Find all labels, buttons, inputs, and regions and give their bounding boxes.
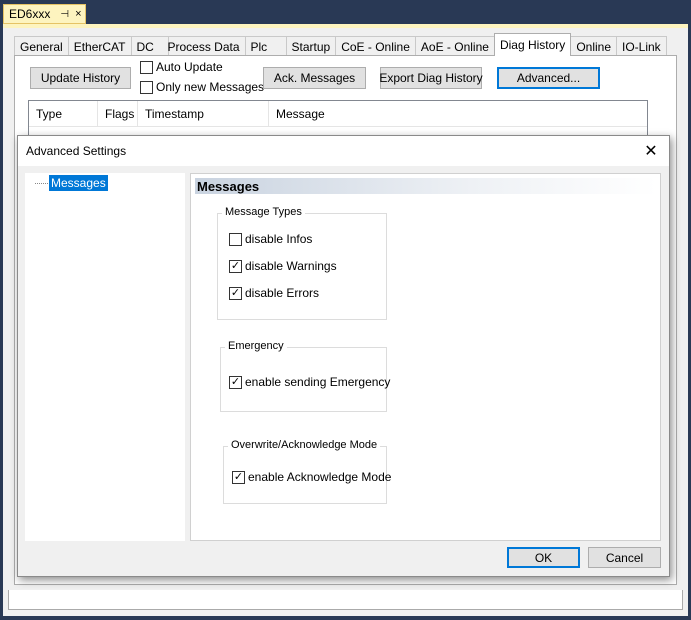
- tab-startup[interactable]: Startup: [285, 36, 337, 56]
- tree-connector: [35, 182, 48, 184]
- disable-errors-box[interactable]: ✓: [229, 286, 242, 300]
- tree-item-messages[interactable]: Messages: [35, 175, 108, 191]
- column-type[interactable]: Type: [29, 101, 98, 127]
- tab-general[interactable]: General: [14, 36, 69, 56]
- tab-diag-history[interactable]: Diag History: [493, 33, 572, 56]
- enable-sending-emergency-box[interactable]: ✓: [229, 375, 242, 389]
- enable-sending-emergency-checkbox[interactable]: ✓ enable sending Emergency: [229, 375, 390, 389]
- enable-sending-emergency-label: enable sending Emergency: [245, 375, 391, 389]
- enable-acknowledge-mode-checkbox[interactable]: ✓ enable Acknowledge Mode: [232, 470, 391, 484]
- only-new-messages-label: Only new Messages: [156, 80, 265, 94]
- ok-button[interactable]: OK: [507, 547, 580, 568]
- tab-dc[interactable]: DC: [130, 36, 169, 56]
- section-header: Messages: [195, 178, 657, 194]
- settings-tree: Messages: [25, 173, 185, 541]
- tree-item-label[interactable]: Messages: [49, 175, 108, 191]
- cancel-button[interactable]: Cancel: [588, 547, 661, 568]
- group-message-types: Message Types disable Infos ✓ disable Wa…: [217, 206, 387, 320]
- close-icon[interactable]: ✕: [641, 141, 661, 161]
- close-tab-icon[interactable]: ×: [75, 8, 81, 20]
- only-new-messages-box[interactable]: [140, 80, 153, 94]
- document-bottom-area: [8, 590, 683, 610]
- auto-update-box[interactable]: [140, 60, 153, 74]
- tab-plc[interactable]: Plc: [244, 36, 287, 56]
- advanced-settings-dialog: Advanced Settings ✕ Messages Messages Me…: [17, 135, 670, 577]
- disable-infos-checkbox[interactable]: disable Infos: [229, 232, 312, 246]
- auto-update-label: Auto Update: [156, 60, 223, 74]
- group-overwrite-title: Overwrite/Acknowledge Mode: [228, 439, 381, 451]
- group-emergency: Emergency ✓ enable sending Emergency: [220, 340, 390, 412]
- export-diag-history-button[interactable]: Export Diag History: [379, 67, 483, 89]
- ide-frame: ED6xxx ⊣ × General EtherCAT DC Process D…: [0, 0, 691, 620]
- disable-warnings-box[interactable]: ✓: [229, 259, 242, 273]
- list-header: Type Flags Timestamp Message: [29, 101, 647, 127]
- tab-coe-online[interactable]: CoE - Online: [335, 36, 416, 56]
- document-tab[interactable]: ED6xxx ⊣ ×: [3, 4, 86, 24]
- disable-errors-label: disable Errors: [245, 286, 320, 300]
- document-tab-title: ED6xxx: [9, 7, 51, 21]
- diag-history-list[interactable]: Type Flags Timestamp Message: [28, 100, 648, 140]
- tab-io-link[interactable]: IO-Link: [616, 36, 667, 56]
- disable-errors-checkbox[interactable]: ✓ disable Errors: [229, 286, 319, 300]
- tab-online[interactable]: Online: [570, 36, 617, 56]
- group-overwrite-acknowledge: Overwrite/Acknowledge Mode ✓ enable Ackn…: [223, 439, 391, 504]
- auto-update-checkbox[interactable]: Auto Update: [140, 60, 223, 74]
- enable-acknowledge-mode-box[interactable]: ✓: [232, 470, 245, 484]
- dialog-title-bar: Advanced Settings ✕: [18, 136, 669, 166]
- enable-acknowledge-mode-label: enable Acknowledge Mode: [248, 470, 392, 484]
- editor-tabs: General EtherCAT DC Process Data Plc Sta…: [14, 33, 667, 56]
- group-message-types-title: Message Types: [222, 206, 305, 218]
- dialog-title: Advanced Settings: [26, 144, 127, 158]
- advanced-button[interactable]: Advanced...: [497, 67, 600, 89]
- disable-warnings-checkbox[interactable]: ✓ disable Warnings: [229, 259, 337, 273]
- disable-infos-label: disable Infos: [245, 232, 313, 246]
- disable-warnings-label: disable Warnings: [245, 259, 337, 273]
- tab-aoe-online[interactable]: AoE - Online: [414, 36, 495, 56]
- update-history-button[interactable]: Update History: [30, 67, 131, 89]
- settings-pane: Messages Message Types disable Infos ✓ d…: [190, 173, 661, 541]
- column-message[interactable]: Message: [269, 101, 647, 127]
- disable-infos-box[interactable]: [229, 232, 242, 246]
- ack-messages-button[interactable]: Ack. Messages: [263, 67, 366, 89]
- group-emergency-title: Emergency: [225, 340, 287, 352]
- tab-ethercat[interactable]: EtherCAT: [67, 36, 132, 56]
- only-new-messages-checkbox[interactable]: Only new Messages: [140, 80, 264, 94]
- pin-icon[interactable]: ⊣: [60, 9, 69, 20]
- column-timestamp[interactable]: Timestamp: [138, 101, 269, 127]
- column-flags[interactable]: Flags: [98, 101, 138, 127]
- tab-process-data[interactable]: Process Data: [167, 36, 246, 56]
